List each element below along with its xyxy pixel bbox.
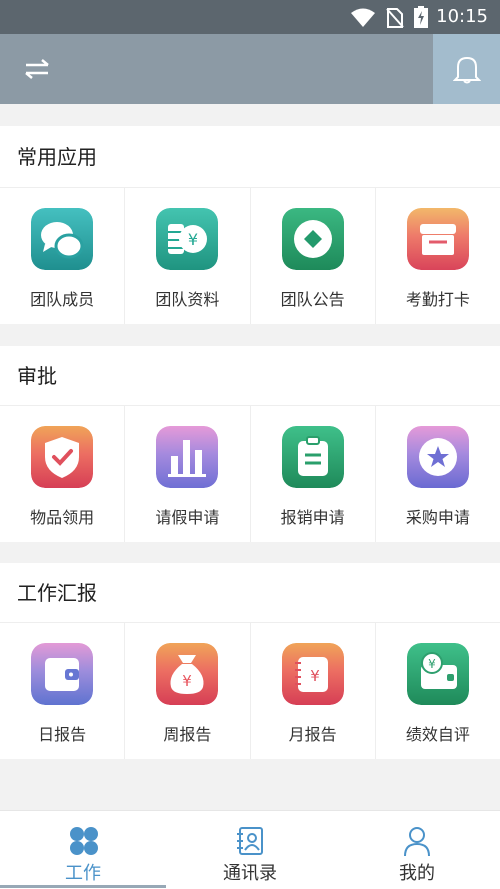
app-label: 请假申请 <box>155 508 220 527</box>
no-sim-icon <box>386 8 404 28</box>
app-label: 月报告 <box>288 725 337 744</box>
notifications-button[interactable] <box>433 34 500 104</box>
app-purchase-request[interactable]: 采购申请 <box>376 406 500 542</box>
section-title: 审批 <box>0 346 500 406</box>
app-label: 团队资料 <box>155 290 220 309</box>
app-monthly-report[interactable]: ¥ 月报告 <box>251 623 376 759</box>
svg-text:¥: ¥ <box>183 672 193 690</box>
app-attendance[interactable]: 考勤打卡 <box>376 188 500 324</box>
app-daily-report[interactable]: 日报告 <box>0 623 126 759</box>
app-label: 团队成员 <box>30 290 95 309</box>
tab-label: 我的 <box>399 863 435 884</box>
app-label: 日报告 <box>38 725 87 744</box>
star-badge-icon <box>406 426 469 488</box>
svg-text:¥: ¥ <box>310 667 320 685</box>
svg-text:¥: ¥ <box>428 657 436 671</box>
section-title: 常用应用 <box>0 126 500 188</box>
person-icon <box>404 827 430 857</box>
section-approval: 审批 物品领用 请假申请 报销申请 采购申请 <box>0 346 500 542</box>
tab-contacts[interactable]: 通讯录 <box>167 811 333 889</box>
app-team-notice[interactable]: 团队公告 <box>251 188 376 324</box>
app-label: 绩效自评 <box>405 725 470 744</box>
app-label: 报销申请 <box>280 508 345 527</box>
app-bar <box>0 34 500 104</box>
bottom-tab-bar: 工作 通讯录 我的 <box>0 810 500 889</box>
chat-bubbles-icon <box>31 208 94 270</box>
active-tab-indicator <box>0 885 166 888</box>
tab-work[interactable]: 工作 <box>0 811 166 889</box>
svg-text:¥: ¥ <box>188 230 198 249</box>
app-performance-review[interactable]: ¥ 绩效自评 <box>376 623 500 759</box>
app-team-files[interactable]: ¥ 团队资料 <box>125 188 251 324</box>
bar-chart-icon <box>156 426 219 488</box>
shield-check-icon <box>31 426 94 488</box>
tab-mine[interactable]: 我的 <box>334 811 500 889</box>
wifi-icon <box>351 8 375 27</box>
app-leave-request[interactable]: 请假申请 <box>125 406 251 542</box>
bell-icon <box>453 56 481 84</box>
section-common-apps: 常用应用 团队成员 ¥ 团队资料 团队公告 考勤打卡 <box>0 126 500 324</box>
section-work-report: 工作汇报 日报告 ¥ 周报告 ¥ 月报告 ¥ 绩效自评 <box>0 563 500 759</box>
storefront-icon <box>406 208 469 270</box>
app-label: 考勤打卡 <box>405 290 470 309</box>
swap-arrows-icon[interactable] <box>22 55 52 83</box>
coin-diamond-icon <box>281 208 344 270</box>
status-bar: 10:15 <box>0 0 500 34</box>
section-title: 工作汇报 <box>0 563 500 623</box>
app-team-members[interactable]: 团队成员 <box>0 188 126 324</box>
coins-yen-icon: ¥ <box>156 208 219 270</box>
app-label: 团队公告 <box>280 290 345 309</box>
app-reimbursement[interactable]: 报销申请 <box>251 406 376 542</box>
app-weekly-report[interactable]: ¥ 周报告 <box>125 623 251 759</box>
app-item-requisition[interactable]: 物品领用 <box>0 406 126 542</box>
wallet-icon <box>31 643 94 705</box>
money-bag-icon: ¥ <box>156 643 219 705</box>
clock: 10:15 <box>436 6 488 27</box>
app-label: 周报告 <box>163 725 212 744</box>
app-label: 采购申请 <box>405 508 470 527</box>
battery-charging-icon <box>414 6 428 28</box>
tab-label: 工作 <box>65 863 101 884</box>
app-label: 物品领用 <box>30 508 95 527</box>
cash-card-icon: ¥ <box>406 643 469 705</box>
clover-icon <box>70 827 98 855</box>
tab-label: 通讯录 <box>223 863 277 884</box>
clipboard-icon <box>281 426 344 488</box>
notebook-yen-icon: ¥ <box>281 643 344 705</box>
contacts-icon <box>237 827 263 855</box>
